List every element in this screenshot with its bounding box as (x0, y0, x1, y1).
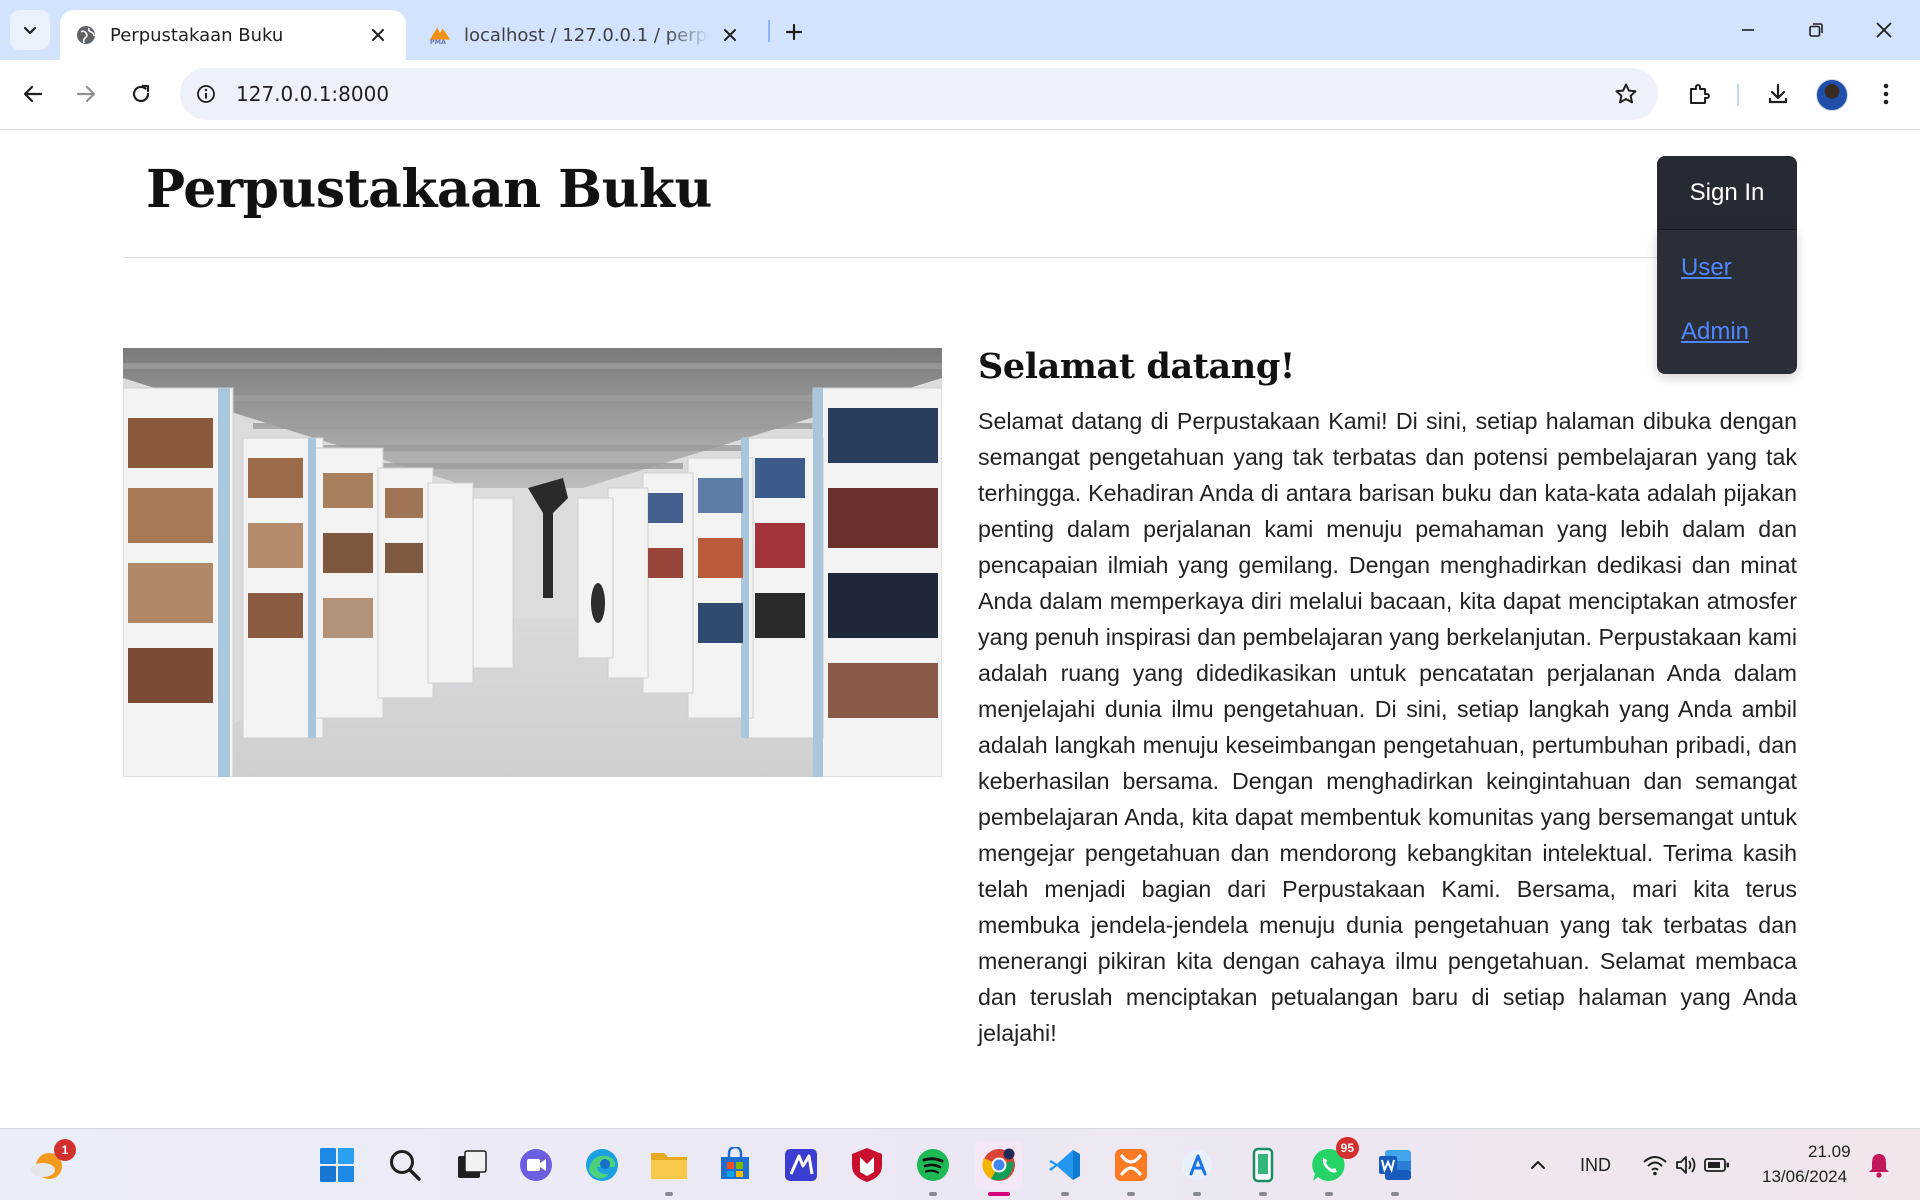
bookmark-star-icon[interactable] (1612, 80, 1640, 108)
tab-search-button[interactable] (10, 10, 50, 50)
signin-dropdown: Sign In User Admin (1657, 156, 1797, 374)
battery-icon (1704, 1158, 1729, 1172)
phone-link-icon[interactable] (1239, 1141, 1287, 1196)
welcome-paragraph: Selamat datang di Perpustakaan Kami! Di … (978, 408, 1797, 1046)
running-indicator (929, 1192, 937, 1196)
restore-button[interactable] (1790, 8, 1842, 52)
plus-icon (785, 23, 803, 41)
editor-icon[interactable] (777, 1141, 825, 1189)
signin-admin-link[interactable]: Admin (1657, 318, 1797, 382)
chevron-down-icon (23, 26, 37, 35)
tab-phpmyadmin[interactable]: PMA localhost / 127.0.0.1 / perpustakaan (414, 10, 754, 60)
running-indicator (1259, 1192, 1267, 1196)
restore-icon (1809, 23, 1823, 37)
browser-tab-strip: Perpustakaan Buku PMA localhost / 127.0.… (0, 0, 1920, 60)
svg-text:PMA: PMA (430, 38, 446, 46)
active-indicator (988, 1192, 1010, 1196)
language-indicator[interactable]: IND (1580, 1155, 1611, 1176)
minimize-icon (1742, 29, 1754, 31)
address-bar[interactable]: 127.0.0.1:8000 (180, 68, 1658, 120)
tab-perpustakaan[interactable]: Perpustakaan Buku (60, 10, 406, 60)
xampp-icon[interactable] (1107, 1141, 1155, 1196)
arrow-left-icon (23, 85, 43, 103)
clock-time[interactable]: 21.09 (1808, 1142, 1851, 1162)
tab-separator (768, 20, 770, 42)
bell-icon (1869, 1154, 1889, 1178)
downloads-button[interactable] (1756, 72, 1800, 116)
edge-icon[interactable] (578, 1141, 626, 1189)
weather-badge: 1 (54, 1139, 76, 1161)
running-indicator (1061, 1192, 1069, 1196)
profile-avatar[interactable] (1816, 79, 1848, 111)
site-info-icon[interactable] (188, 76, 224, 112)
reload-icon (132, 84, 150, 103)
close-tab-icon[interactable] (366, 23, 390, 47)
forward-button[interactable] (64, 72, 108, 116)
notifications-button[interactable] (1862, 1141, 1896, 1189)
running-indicator (1391, 1192, 1399, 1196)
reload-button[interactable] (119, 72, 163, 116)
app-store-icon[interactable] (1173, 1141, 1221, 1196)
browser-toolbar: 127.0.0.1:8000 (0, 60, 1920, 130)
whatsapp-badge: 95 (1335, 1137, 1359, 1159)
globe-icon (74, 23, 98, 47)
page-content: Perpustakaan Buku Selamat datang! Selama… (0, 131, 1920, 1128)
running-indicator (1325, 1192, 1333, 1196)
whatsapp-icon[interactable]: 95 (1305, 1137, 1359, 1196)
signin-menu: User Admin (1657, 230, 1797, 374)
kebab-menu-icon (1883, 83, 1889, 105)
wifi-icon (1643, 1156, 1667, 1176)
shield-icon[interactable] (843, 1141, 891, 1189)
task-view-icon[interactable] (448, 1141, 496, 1189)
header-divider (123, 257, 1797, 258)
download-icon (1768, 83, 1788, 104)
browser-menu-button[interactable] (1864, 72, 1908, 116)
vscode-icon[interactable] (1041, 1141, 1089, 1196)
close-window-button[interactable] (1858, 8, 1910, 52)
store-icon[interactable] (711, 1141, 759, 1189)
puzzle-icon (1690, 84, 1710, 104)
minimize-button[interactable] (1722, 8, 1774, 52)
running-indicator (1127, 1192, 1135, 1196)
running-indicator (665, 1192, 673, 1196)
welcome-heading: Selamat datang! (978, 346, 1295, 387)
library-bookshelves-photo (123, 348, 942, 777)
arrow-right-icon (76, 85, 96, 103)
running-indicator (1193, 1192, 1201, 1196)
phpmyadmin-icon: PMA (428, 23, 452, 47)
toolbar-divider (1737, 84, 1739, 106)
chrome-icon[interactable] (975, 1141, 1023, 1196)
clock-date[interactable]: 13/06/2024 (1762, 1167, 1847, 1187)
tab-title: localhost / 127.0.0.1 / perpustakaan (464, 24, 710, 46)
site-title: Perpustakaan Buku (146, 159, 712, 220)
windows-taskbar: 1 95 IND 21.09 13/06/2024 (0, 1128, 1920, 1200)
tab-title: Perpustakaan Buku (110, 24, 284, 46)
url-text[interactable]: 127.0.0.1:8000 (236, 68, 389, 120)
search-icon[interactable] (381, 1141, 429, 1189)
signin-user-link[interactable]: User (1657, 254, 1797, 318)
windows-start-icon[interactable] (313, 1141, 361, 1189)
signin-button[interactable]: Sign In (1657, 156, 1797, 230)
volume-icon (1676, 1156, 1696, 1174)
extensions-button[interactable] (1677, 72, 1721, 116)
back-button[interactable] (11, 72, 55, 116)
chevron-up-icon (1531, 1161, 1545, 1169)
show-hidden-icons-button[interactable] (1516, 1141, 1560, 1189)
video-chat-icon[interactable] (512, 1141, 560, 1189)
word-icon[interactable] (1371, 1141, 1419, 1196)
folder-icon[interactable] (645, 1141, 693, 1196)
weather-widget[interactable]: 1 (24, 1139, 76, 1189)
new-tab-button[interactable] (776, 14, 812, 50)
spotify-icon[interactable] (909, 1141, 957, 1196)
close-icon (1876, 22, 1892, 38)
quick-settings-button[interactable] (1636, 1141, 1736, 1189)
close-tab-icon[interactable] (718, 23, 742, 47)
